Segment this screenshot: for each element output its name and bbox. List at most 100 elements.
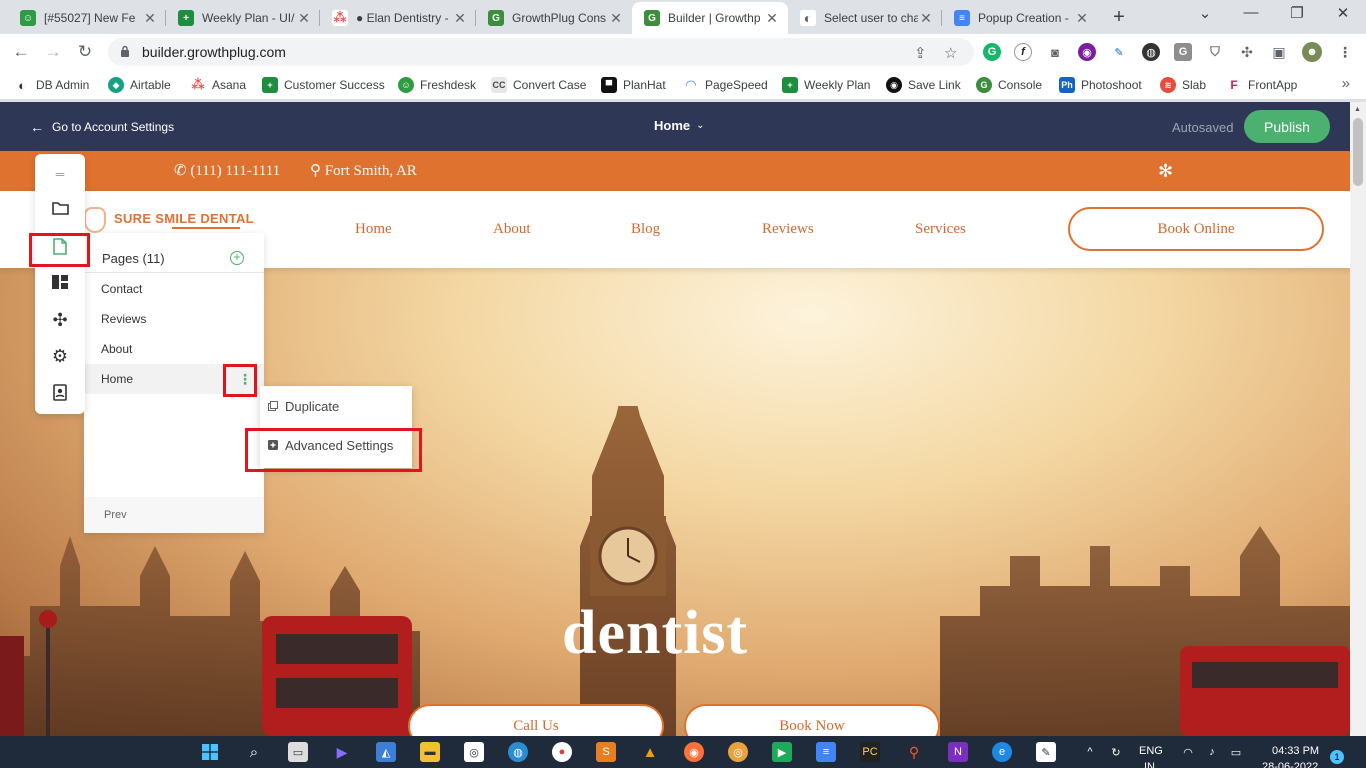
chrome-color-icon[interactable]: ◍: [1142, 43, 1160, 61]
browser-tab[interactable]: ◐ Select user to cha ✕: [788, 2, 942, 34]
site-nav-reviews[interactable]: Reviews: [762, 221, 814, 238]
new-tab-button[interactable]: +: [1108, 6, 1130, 29]
color-picker-icon[interactable]: ◉: [1078, 43, 1096, 61]
windows-start-icon[interactable]: [200, 742, 220, 762]
media-icon[interactable]: ▶: [332, 742, 352, 762]
search-icon[interactable]: ⌕: [244, 742, 264, 762]
g-extension-icon[interactable]: G: [1174, 43, 1192, 61]
tray-chevron-up-icon[interactable]: ^: [1080, 742, 1100, 762]
close-icon[interactable]: ✕: [142, 10, 158, 27]
clock-time[interactable]: 04:33 PM: [1272, 745, 1319, 757]
scrollbar-thumb[interactable]: [1353, 118, 1363, 186]
bookmark-airtable[interactable]: ◆ Airtable: [108, 77, 171, 93]
bookmark-star-icon[interactable]: ☆: [944, 44, 957, 62]
bookmark-frontapp[interactable]: F FrontApp: [1226, 77, 1297, 93]
yelp-icon[interactable]: ✻: [1158, 161, 1173, 182]
scroll-up-icon[interactable]: ▲: [1354, 106, 1361, 113]
grammarly-icon[interactable]: G: [983, 43, 1001, 61]
browser-tab[interactable]: ≡ Popup Creation - ✕: [942, 2, 1098, 34]
back-arrow-icon[interactable]: ←: [10, 41, 32, 63]
close-icon[interactable]: ✕: [608, 10, 624, 27]
prev-button[interactable]: Prev: [84, 497, 264, 533]
bookmark-slab[interactable]: ≋ Slab: [1160, 77, 1206, 93]
close-icon[interactable]: ✕: [918, 10, 934, 27]
bookmark-db-admin[interactable]: ◐ DB Admin: [14, 77, 89, 93]
record-icon[interactable]: ●: [552, 742, 572, 762]
book-now-button[interactable]: Book Now: [684, 704, 940, 736]
volume-icon[interactable]: ♪: [1202, 742, 1222, 762]
globe-app-icon[interactable]: ◍: [508, 742, 528, 762]
gear-icon[interactable]: ⚙: [50, 346, 70, 366]
photos-icon[interactable]: ◭: [376, 742, 396, 762]
browser-tab[interactable]: G GrowthPlug Cons ✕: [476, 2, 632, 34]
browser-tab[interactable]: ⁂ ● Elan Dentistry - ✕: [320, 2, 476, 34]
puzzle-icon[interactable]: ✣: [1238, 43, 1256, 61]
address-bar[interactable]: builder.growthplug.com ⇪ ☆: [108, 38, 974, 66]
close-icon[interactable]: ✕: [452, 10, 468, 27]
sublime-icon[interactable]: S: [596, 742, 616, 762]
folder-icon[interactable]: [50, 198, 70, 218]
avatar[interactable]: ☻: [1302, 42, 1322, 62]
formula-icon[interactable]: f: [1014, 43, 1032, 61]
task-view-icon[interactable]: ▭: [288, 742, 308, 762]
layout-icon[interactable]: [50, 272, 70, 292]
site-nav-services[interactable]: Services: [915, 221, 966, 238]
bookmark-photoshoot[interactable]: Ph Photoshoot: [1059, 77, 1142, 93]
browser-tab[interactable]: + Weekly Plan - UI/ ✕: [166, 2, 320, 34]
page-scrollbar[interactable]: ▲: [1350, 102, 1366, 736]
site-nav-home[interactable]: Home: [355, 221, 392, 238]
camera-icon[interactable]: ◙: [1046, 43, 1064, 61]
bookmark-asana[interactable]: ⁂ Asana: [190, 77, 246, 93]
edge-icon[interactable]: e: [992, 742, 1012, 762]
extension-icon[interactable]: ✎: [1110, 43, 1128, 61]
site-nav-about[interactable]: About: [493, 221, 531, 238]
file-explorer-icon[interactable]: ▬: [420, 742, 440, 762]
wifi-icon[interactable]: ◠: [1178, 742, 1198, 762]
close-icon[interactable]: ✕: [1074, 10, 1090, 27]
bookmark-planhat[interactable]: ▀ PlanHat: [601, 77, 666, 93]
pycharm-icon[interactable]: PC: [860, 742, 880, 762]
bookmark-convert-case[interactable]: CC Convert Case: [491, 77, 586, 93]
reload-icon[interactable]: ↻: [74, 41, 96, 63]
paint-icon[interactable]: ✎: [1036, 742, 1056, 762]
restore-icon[interactable]: ❐: [1282, 4, 1312, 22]
share-icon[interactable]: ⇪: [914, 44, 927, 62]
battery-icon[interactable]: ▭: [1226, 742, 1246, 762]
call-us-button[interactable]: Call Us: [408, 704, 664, 736]
page-item-contact[interactable]: Contact: [84, 274, 264, 304]
firefox-icon[interactable]: ◉: [684, 742, 704, 762]
onenote-icon[interactable]: N: [948, 742, 968, 762]
forward-arrow-icon[interactable]: →: [42, 41, 64, 63]
bookmark-save-link[interactable]: ◉ Save Link: [886, 77, 961, 93]
shield-icon[interactable]: ⛉: [1206, 43, 1224, 61]
puzzle-icon[interactable]: ✣: [50, 310, 70, 330]
site-nav-blog[interactable]: Blog: [631, 221, 660, 238]
site-logo[interactable]: SURE SMILE DENTAL: [84, 207, 254, 233]
bookmark-weekly-plan[interactable]: + Weekly Plan: [782, 77, 870, 93]
minimize-icon[interactable]: —: [1236, 4, 1266, 21]
notes-icon[interactable]: ≡: [816, 742, 836, 762]
vlc-icon[interactable]: ▲: [640, 742, 660, 762]
chrome-icon[interactable]: ◎: [728, 742, 748, 762]
meet-icon[interactable]: ▶: [772, 742, 792, 762]
menu-kebab-icon[interactable]: ⋮: [1336, 43, 1354, 61]
add-page-icon[interactable]: +: [230, 251, 244, 265]
page-selector[interactable]: Home ⌄: [654, 118, 705, 133]
camera-app-icon[interactable]: ◎: [464, 742, 484, 762]
sync-icon[interactable]: ↻: [1106, 742, 1126, 762]
browser-tab-active[interactable]: G Builder | Growthp ✕: [632, 2, 788, 34]
location-pin-icon[interactable]: ⚲: [904, 742, 924, 762]
page-item-reviews[interactable]: Reviews: [84, 304, 264, 334]
window-close-icon[interactable]: ✕: [1328, 4, 1358, 22]
bookmarks-overflow-icon[interactable]: »: [1342, 75, 1350, 92]
collapse-handle-icon[interactable]: ═: [50, 164, 70, 184]
notification-badge[interactable]: 1: [1330, 750, 1344, 764]
bookmark-freshdesk[interactable]: ☺ Freshdesk: [398, 77, 476, 93]
book-online-button[interactable]: Book Online: [1068, 207, 1324, 251]
site-phone[interactable]: ✆ (111) 111-1111: [174, 161, 280, 180]
close-icon[interactable]: ✕: [296, 10, 312, 27]
browser-tab[interactable]: ☺ [#55027] New Fe ✕: [8, 2, 166, 34]
bookmark-customer-success[interactable]: + Customer Success: [262, 77, 385, 93]
account-settings-link[interactable]: ← Go to Account Settings: [30, 119, 174, 135]
publish-button[interactable]: Publish: [1244, 110, 1330, 143]
